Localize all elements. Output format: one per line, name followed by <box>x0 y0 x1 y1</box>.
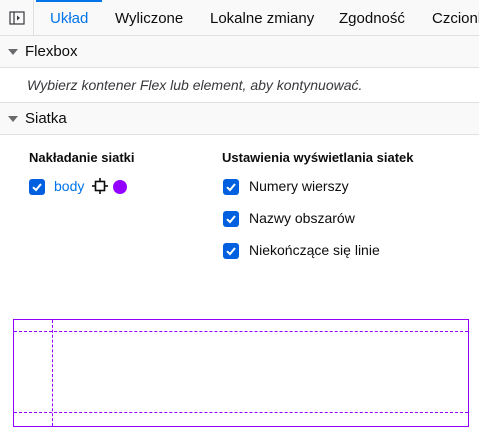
tab-computed[interactable]: Wyliczone <box>115 0 183 35</box>
grid-section-title: Siatka <box>25 110 67 127</box>
tab-changes[interactable]: Lokalne zmiany <box>210 0 314 35</box>
grid-color-swatch[interactable] <box>113 180 127 194</box>
tab-compatibility[interactable]: Zgodność <box>339 0 405 35</box>
grid-outline-preview[interactable] <box>13 319 469 427</box>
crosshair-icon[interactable] <box>92 178 108 194</box>
extend-lines-infinitely-checkbox[interactable] <box>223 243 239 259</box>
grid-overlay-body-checkbox[interactable] <box>29 179 45 195</box>
chevron-down-icon <box>8 116 18 122</box>
grid-section-header[interactable]: Siatka <box>0 103 479 135</box>
flexbox-hint: Wybierz kontener Flex lub element, aby k… <box>27 77 363 93</box>
tab-layout[interactable]: Układ <box>50 0 88 35</box>
grid-outline-row-line <box>14 412 468 413</box>
sidebar-toggle-button[interactable] <box>0 0 34 35</box>
sidebar-toggle-icon <box>8 10 25 25</box>
checkmark-icon <box>226 183 236 192</box>
checkmark-icon <box>226 215 236 224</box>
flexbox-section-title: Flexbox <box>25 43 78 60</box>
grid-overlay-body-label[interactable]: body <box>54 178 84 194</box>
show-line-numbers-label[interactable]: Numery wierszy <box>249 178 349 194</box>
extend-lines-infinitely-label[interactable]: Niekończące się linie <box>249 242 380 258</box>
grid-outline-row-line <box>14 331 468 332</box>
checkmark-icon <box>226 247 236 256</box>
show-area-names-checkbox[interactable] <box>223 211 239 227</box>
chevron-down-icon <box>8 49 18 55</box>
grid-display-settings-title: Ustawienia wyświetlania siatek <box>222 150 414 165</box>
grid-outline-column-line <box>52 320 53 426</box>
flexbox-section-header[interactable]: Flexbox <box>0 36 479 68</box>
tab-fonts[interactable]: Czcionk <box>432 0 479 35</box>
tab-bar: Układ Wyliczone Lokalne zmiany Zgodność … <box>0 0 479 36</box>
grid-overlay-title: Nakładanie siatki <box>29 150 135 165</box>
show-area-names-label[interactable]: Nazwy obszarów <box>249 210 355 226</box>
show-line-numbers-checkbox[interactable] <box>223 179 239 195</box>
checkmark-icon <box>32 183 42 192</box>
